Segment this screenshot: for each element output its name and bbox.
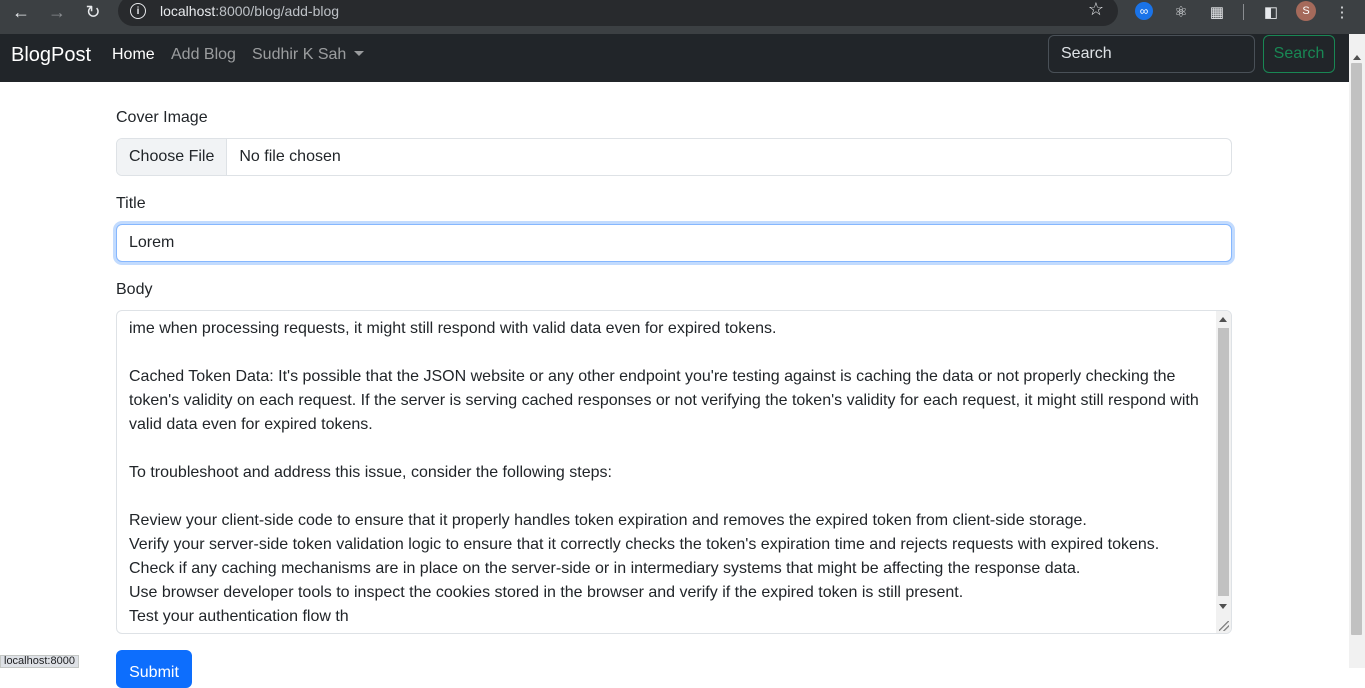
address-bar[interactable]: i localhost:8000/blog/add-blog ☆ [118, 0, 1118, 26]
body-label: Body [116, 281, 153, 298]
file-status-text: No file chosen [239, 148, 341, 165]
search-button[interactable]: Search [1263, 35, 1335, 73]
body-text[interactable]: ime when processing requests, it might s… [129, 317, 1214, 629]
infinity-extension-icon[interactable]: ∞ [1135, 2, 1153, 20]
user-dropdown-label: Sudhir K Sah [252, 46, 347, 63]
submit-button[interactable]: Submit [116, 650, 192, 688]
cover-image-file-input[interactable]: Choose File No file chosen [116, 138, 1232, 176]
app-navbar: BlogPost Home Add Blog Sudhir K Sah Sear… [0, 34, 1349, 82]
body-scrollbar[interactable] [1216, 311, 1231, 633]
search-input[interactable] [1048, 35, 1255, 73]
browser-menu-icon[interactable]: ⋮ [1332, 0, 1352, 24]
user-dropdown[interactable]: Sudhir K Sah [252, 46, 365, 64]
body-scrollbar-thumb[interactable] [1218, 328, 1229, 596]
react-extension-icon[interactable]: ⚛ [1171, 0, 1191, 24]
brand-logo[interactable]: BlogPost [11, 44, 91, 67]
browser-toolbar: ← → ↻ i localhost:8000/blog/add-blog ☆ ∞… [0, 0, 1365, 34]
choose-file-button[interactable]: Choose File [117, 139, 228, 175]
forward-arrow-icon[interactable]: → [42, 0, 72, 24]
address-url[interactable]: localhost:8000/blog/add-blog [160, 3, 339, 19]
site-info-icon[interactable]: i [130, 3, 146, 19]
chevron-down-icon [354, 51, 365, 56]
body-textarea[interactable]: ime when processing requests, it might s… [116, 310, 1232, 634]
scroll-down-icon[interactable] [1219, 604, 1227, 609]
resize-grip-icon[interactable] [1219, 621, 1229, 631]
bookmark-star-icon[interactable]: ☆ [1088, 0, 1104, 20]
profile-avatar[interactable]: S [1296, 1, 1316, 21]
extensions-puzzle-icon[interactable]: ▦ [1207, 0, 1227, 24]
page-scrollbar-thumb[interactable] [1351, 63, 1362, 635]
cover-image-label: Cover Image [116, 109, 208, 126]
nav-link-add-blog[interactable]: Add Blog [171, 46, 236, 64]
reload-icon[interactable]: ↻ [78, 0, 108, 24]
nav-link-home[interactable]: Home [112, 46, 155, 64]
scroll-up-icon[interactable] [1219, 317, 1227, 322]
title-label: Title [116, 195, 146, 212]
toolbar-divider [1243, 4, 1244, 20]
link-status-bar: localhost:8000 [0, 655, 79, 668]
scroll-up-icon[interactable] [1353, 55, 1361, 60]
side-panel-icon[interactable]: ◧ [1261, 0, 1281, 24]
title-input[interactable] [116, 224, 1232, 262]
page-scrollbar[interactable] [1349, 34, 1365, 668]
back-arrow-icon[interactable]: ← [6, 0, 36, 24]
